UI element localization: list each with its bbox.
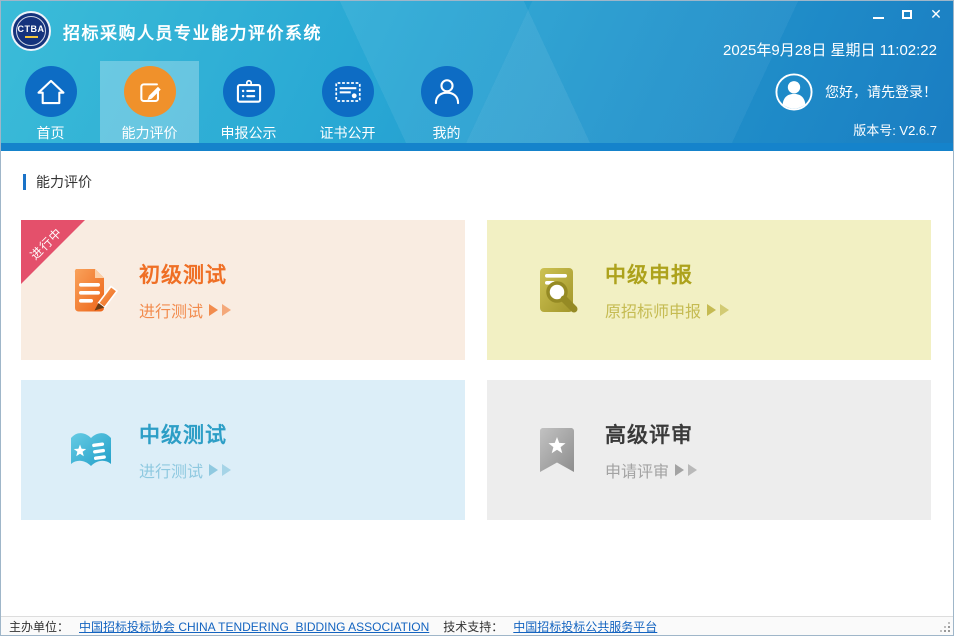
card-intermediate-declaration[interactable]: 中级申报 原招标师申报: [487, 220, 931, 360]
card-junior-test[interactable]: 进行中 初级测试 进行测试: [21, 220, 465, 360]
play-arrow-icon: [222, 303, 232, 316]
document-magnifier-icon: [529, 262, 585, 318]
bookmark-icon: [529, 422, 585, 478]
section-title: 能力评价: [36, 174, 92, 190]
support-link[interactable]: 中国招标投标公共服务平台: [513, 618, 657, 635]
organizer-label: 主办单位：: [9, 619, 70, 634]
nav-item-label: 申报公示: [220, 125, 277, 141]
card-text: 中级测试 进行测试: [139, 419, 232, 482]
datetime-display: 2025年9月28日 星期日 11:02:22: [722, 42, 937, 59]
card-intermediate-test[interactable]: 中级测试 进行测试: [21, 380, 465, 520]
support-label: 技术支持：: [443, 619, 504, 634]
login-area[interactable]: 您好，请先登录！: [775, 73, 937, 111]
card-text: 初级测试 进行测试: [139, 259, 232, 322]
card-action-link[interactable]: 进行测试: [139, 298, 232, 322]
card-title: 初级测试: [139, 263, 227, 287]
nav-item-ability-evaluation[interactable]: 能力评价: [100, 61, 199, 143]
nav-item-label: 证书公开: [319, 125, 376, 141]
nav-item-home[interactable]: 首页: [1, 61, 100, 143]
card-title: 高级评审: [605, 423, 693, 447]
play-arrow-icon: [720, 303, 730, 316]
logo-dash: [24, 35, 38, 38]
card-action-link[interactable]: 申请评审: [605, 458, 698, 482]
badge-icon: [222, 66, 275, 117]
version-label: 版本号: V2.6.7: [853, 123, 937, 138]
card-title: 中级申报: [605, 263, 693, 287]
nav-item-label: 我的: [432, 125, 461, 141]
user-icon: [420, 66, 473, 117]
titlebar: CTBA 招标采购人员专业能力评价系统 ✕ 2025年9月28日 星期日 11:…: [1, 1, 953, 61]
card-text: 高级评审 申请评审: [605, 419, 698, 482]
header-bottom-bar: [1, 143, 953, 151]
nav-item-certificate-public[interactable]: 证书公开: [298, 61, 397, 143]
card-action-link[interactable]: 进行测试: [139, 458, 232, 482]
section-header: 能力评价: [23, 172, 953, 192]
card-action-link[interactable]: 原招标师申报: [605, 298, 730, 322]
logo-text: CTBA: [17, 23, 45, 34]
card-subtitle: 进行测试: [139, 463, 204, 481]
play-arrow-icon: [707, 303, 717, 316]
main-nav: 首页 能力评价 申报公示 证书公开 我的: [1, 61, 496, 143]
card-text: 中级申报 原招标师申报: [605, 259, 730, 322]
minimize-button[interactable]: [871, 7, 885, 21]
play-arrow-icon: [675, 463, 685, 476]
window-controls: ✕: [871, 6, 943, 22]
card-subtitle: 申请评审: [605, 463, 670, 481]
card-grid: 进行中 初级测试 进行测试 中级申报 原招标师申报 中级测试 进行测试 高级评审…: [1, 220, 953, 520]
play-arrow-icon: [209, 463, 219, 476]
section-accent-bar: [23, 174, 26, 190]
open-book-icon: [63, 422, 119, 478]
edit-icon: [123, 66, 176, 117]
certificate-icon: [321, 66, 374, 117]
play-arrow-icon: [222, 463, 232, 476]
home-icon: [24, 66, 77, 117]
nav-item-label: 首页: [36, 125, 65, 141]
play-arrow-icon: [688, 463, 698, 476]
maximize-button[interactable]: [900, 7, 914, 21]
card-subtitle: 原招标师申报: [605, 303, 702, 321]
card-subtitle: 进行测试: [139, 303, 204, 321]
organizer-link[interactable]: 中国招标投标协会 CHINA TENDERING BIDDING ASSOCIA…: [79, 618, 429, 635]
avatar-icon: [775, 73, 813, 111]
resize-grip[interactable]: [938, 620, 950, 632]
close-button[interactable]: ✕: [929, 7, 943, 21]
app-window: CTBA 招标采购人员专业能力评价系统 ✕ 2025年9月28日 星期日 11:…: [0, 0, 954, 636]
nav-item-mine[interactable]: 我的: [397, 61, 496, 143]
status-bar: 主办单位： 中国招标投标协会 CHINA TENDERING BIDDING A…: [1, 616, 953, 635]
card-senior-review[interactable]: 高级评审 申请评审: [487, 380, 931, 520]
card-title: 中级测试: [139, 423, 227, 447]
app-title: 招标采购人员专业能力评价系统: [63, 23, 322, 43]
app-logo: CTBA: [11, 11, 51, 51]
nav-item-declaration-publicity[interactable]: 申报公示: [199, 61, 298, 143]
nav-item-label: 能力评价: [121, 125, 178, 141]
login-greeting[interactable]: 您好，请先登录！: [825, 82, 937, 102]
play-arrow-icon: [209, 303, 219, 316]
main-content: 能力评价 进行中 初级测试 进行测试 中级申报 原招标师申报 中级测试 进行测试…: [1, 151, 953, 618]
header: CTBA 招标采购人员专业能力评价系统 ✕ 2025年9月28日 星期日 11:…: [1, 1, 953, 151]
